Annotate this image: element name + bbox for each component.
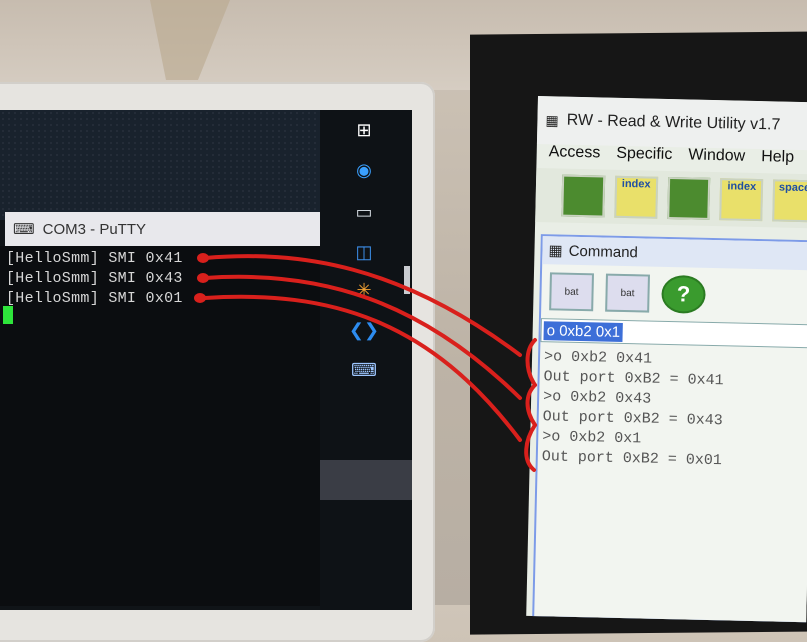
menu-window[interactable]: Window xyxy=(688,146,745,165)
rw-toolbar: index index space xyxy=(535,167,807,229)
windows-start-icon[interactable]: ⊞ xyxy=(352,118,376,142)
bat-button[interactable]: bat xyxy=(549,272,594,312)
toolbar-index2-button[interactable]: index xyxy=(719,178,764,222)
command-title-bar[interactable]: ▦ Command xyxy=(542,236,807,271)
menu-access[interactable]: Access xyxy=(549,143,601,162)
toolbar-memory-button[interactable] xyxy=(561,174,606,218)
output-line: >o 0xb2 0x41 xyxy=(543,348,653,368)
command-title: Command xyxy=(568,242,639,261)
output-line: >o 0xb2 0x1 xyxy=(542,428,642,448)
command-input[interactable]: o 0xb2 0x1 xyxy=(540,318,807,349)
rw-title: RW - Read & Write Utility v1.7 xyxy=(566,111,781,134)
terminal-cursor xyxy=(3,306,13,324)
terminal-line: [HelloSmm] SMI 0x43 xyxy=(6,270,183,287)
rw-app-icon: ▦ xyxy=(545,111,559,128)
remote-desktop-icon[interactable]: ◫ xyxy=(352,240,376,264)
putty-icon[interactable]: ⌨ xyxy=(351,358,377,382)
scrollbar[interactable] xyxy=(404,266,410,294)
output-line: Out port 0xB2 = 0x01 xyxy=(541,448,722,470)
monitor-screen: ▦ RW - Read & Write Utility v1.7 Access … xyxy=(526,96,807,623)
command-icon: ▦ xyxy=(548,242,563,260)
putty-icon: ⌨ xyxy=(13,221,35,238)
desktop-wallpaper xyxy=(0,110,320,220)
terminal-line: [HelloSmm] SMI 0x01 xyxy=(6,290,183,307)
rw-menu-bar: Access Specific Window Help xyxy=(536,138,807,172)
command-buttons: bat bat ? xyxy=(549,272,706,314)
edge-icon[interactable]: ◉ xyxy=(352,158,376,182)
terminal-line: [HelloSmm] SMI 0x41 xyxy=(6,250,183,267)
toolbar-index-button[interactable]: index xyxy=(614,175,658,219)
putty-title: COM3 - PuTTY xyxy=(42,220,147,238)
command-window: ▦ Command bat bat ? o 0xb2 0x1 >o 0xb2 0… xyxy=(532,234,807,623)
terminal-icon[interactable]: ▭ xyxy=(352,200,376,224)
toolbar-memory2-button[interactable] xyxy=(666,176,711,220)
putty-title-bar[interactable]: ⌨ COM3 - PuTTY xyxy=(5,212,320,246)
vscode-icon[interactable]: ❮❯ xyxy=(349,318,379,342)
bat-run-button[interactable]: bat xyxy=(605,273,650,313)
taskbar-active-highlight xyxy=(320,460,412,500)
menu-specific[interactable]: Specific xyxy=(616,145,672,164)
output-line: >o 0xb2 0x43 xyxy=(542,388,652,408)
output-line: Out port 0xB2 = 0x41 xyxy=(543,368,724,390)
help-button[interactable]: ? xyxy=(661,274,706,314)
file-share-icon[interactable]: ✳ xyxy=(352,278,376,302)
toolbar-space-button[interactable]: space xyxy=(772,179,807,223)
menu-help[interactable]: Help xyxy=(761,148,794,167)
output-line: Out port 0xB2 = 0x43 xyxy=(542,408,723,430)
